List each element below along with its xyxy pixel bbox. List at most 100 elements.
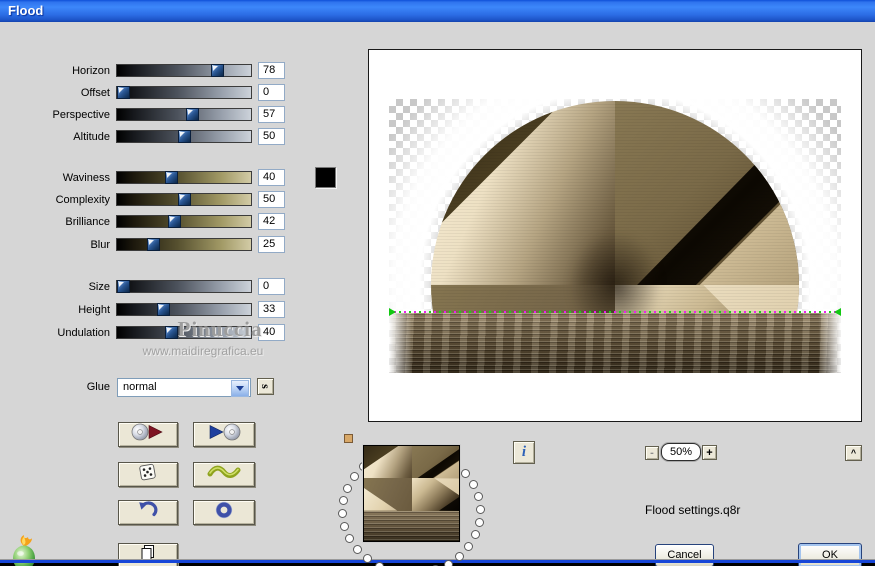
slider-label-waviness: Waviness [62, 172, 110, 184]
s-button[interactable]: s [257, 378, 274, 395]
memory-dot[interactable] [464, 542, 473, 551]
preview-image[interactable] [389, 99, 841, 373]
memory-dot[interactable] [363, 554, 372, 563]
zoom-out-button[interactable]: - [645, 446, 659, 460]
blue-play-cd-icon [206, 423, 242, 446]
slider-row-perspective: Perspective 57 [0, 106, 290, 123]
slider-thumb-brilliance[interactable] [168, 215, 181, 228]
slider-thumb-perspective[interactable] [186, 108, 199, 121]
window-bottom-border [0, 559, 875, 563]
slider-track-horizon[interactable] [116, 64, 252, 77]
slider-row-undulation: Undulation 40 [0, 324, 290, 341]
memory-dot[interactable] [444, 560, 453, 566]
slider-track-complexity[interactable] [116, 193, 252, 206]
load-settings-button[interactable] [118, 422, 178, 447]
slider-track-offset[interactable] [116, 86, 252, 99]
slider-row-size: Size 0 [0, 278, 290, 295]
watermark-url: www.maidiregrafica.eu [142, 344, 264, 358]
slider-value-complexity[interactable]: 50 [258, 191, 285, 208]
memory-dot-selected[interactable] [344, 434, 353, 443]
ring-icon [215, 501, 233, 524]
settings-thumbnail[interactable] [363, 445, 460, 542]
slider-value-offset[interactable]: 0 [258, 84, 285, 101]
memory-dot[interactable] [475, 518, 484, 527]
slider-track-undulation[interactable] [116, 326, 252, 339]
chevron-down-icon[interactable] [231, 380, 249, 397]
memory-dot[interactable] [474, 492, 483, 501]
collapse-button[interactable]: ^ [845, 445, 862, 461]
memory-dot[interactable] [343, 484, 352, 493]
info-button[interactable]: i [513, 441, 535, 464]
slider-value-brilliance[interactable]: 42 [258, 213, 285, 230]
slider-value-altitude[interactable]: 50 [258, 128, 285, 145]
memory-dot[interactable] [469, 480, 478, 489]
slider-label-size: Size [88, 281, 110, 293]
horizon-guide-line[interactable] [389, 311, 841, 313]
save-settings-button[interactable] [193, 422, 255, 447]
slider-label-perspective: Perspective [52, 109, 110, 121]
slider-track-waviness[interactable] [116, 171, 252, 184]
zoom-level[interactable]: 50% [661, 443, 701, 461]
dialog-body: Horizon 78 Offset 0 Perspective 57 Altitude 50 W… [0, 22, 875, 566]
slider-row-horizon: Horizon 78 [0, 62, 290, 79]
cd-red-play-icon [130, 423, 166, 446]
slider-thumb-size[interactable] [117, 280, 130, 293]
dice-icon [137, 462, 159, 487]
reset-button[interactable] [193, 500, 255, 525]
plus-icon: + [706, 446, 713, 459]
slider-value-waviness[interactable]: 40 [258, 169, 285, 186]
memory-dot[interactable] [471, 530, 480, 539]
wave-style-button[interactable] [193, 462, 255, 487]
slider-thumb-height[interactable] [157, 303, 170, 316]
slider-value-height[interactable]: 33 [258, 301, 285, 318]
settings-filename: Flood settings.q8r [645, 503, 741, 517]
slider-row-brilliance: Brilliance 42 [0, 213, 290, 230]
slider-thumb-waviness[interactable] [165, 171, 178, 184]
slider-value-horizon[interactable]: 78 [258, 62, 285, 79]
slider-track-height[interactable] [116, 303, 252, 316]
slider-thumb-blur[interactable] [147, 238, 160, 251]
slider-thumb-offset[interactable] [117, 86, 130, 99]
memory-dot[interactable] [350, 472, 359, 481]
slider-label-altitude: Altitude [73, 131, 110, 143]
color-swatch[interactable] [315, 167, 336, 188]
preview-panel[interactable] [368, 49, 862, 422]
undo-button[interactable] [118, 500, 178, 525]
memory-dot[interactable] [455, 552, 464, 561]
slider-label-complexity: Complexity [55, 194, 110, 206]
randomize-button[interactable] [118, 462, 178, 487]
slider-row-altitude: Altitude 50 [0, 128, 290, 145]
glue-select[interactable]: normal [117, 378, 251, 397]
memory-dot[interactable] [476, 505, 485, 514]
memory-dot[interactable] [339, 496, 348, 505]
minus-icon: - [650, 447, 654, 459]
slider-row-height: Height 33 [0, 301, 290, 318]
memory-dot[interactable] [340, 522, 349, 531]
slider-track-blur[interactable] [116, 238, 252, 251]
slider-value-perspective[interactable]: 57 [258, 106, 285, 123]
slider-value-blur[interactable]: 25 [258, 236, 285, 253]
glue-selected-value: normal [123, 381, 157, 393]
slider-thumb-complexity[interactable] [178, 193, 191, 206]
slider-value-size[interactable]: 0 [258, 278, 285, 295]
memory-dot[interactable] [345, 534, 354, 543]
slider-track-altitude[interactable] [116, 130, 252, 143]
slider-thumb-undulation[interactable] [165, 326, 178, 339]
slider-value-undulation[interactable]: 40 [258, 324, 285, 341]
caret-up-icon: ^ [850, 448, 857, 458]
horizon-arrow-left-icon [389, 308, 396, 316]
flood-dialog: Flood Horizon 78 Offset 0 Perspective 57 Altit… [0, 0, 875, 566]
memory-dot[interactable] [353, 545, 362, 554]
undo-arrow-icon [138, 501, 158, 524]
slider-thumb-horizon[interactable] [211, 64, 224, 77]
slider-row-offset: Offset 0 [0, 84, 290, 101]
slider-thumb-altitude[interactable] [178, 130, 191, 143]
memory-dot[interactable] [461, 469, 470, 478]
memory-dot[interactable] [338, 509, 347, 518]
memory-dot[interactable] [375, 562, 384, 566]
slider-track-size[interactable] [116, 280, 252, 293]
title-bar[interactable]: Flood [0, 0, 875, 22]
zoom-in-button[interactable]: + [702, 445, 717, 460]
slider-track-brilliance[interactable] [116, 215, 252, 228]
slider-track-perspective[interactable] [116, 108, 252, 121]
